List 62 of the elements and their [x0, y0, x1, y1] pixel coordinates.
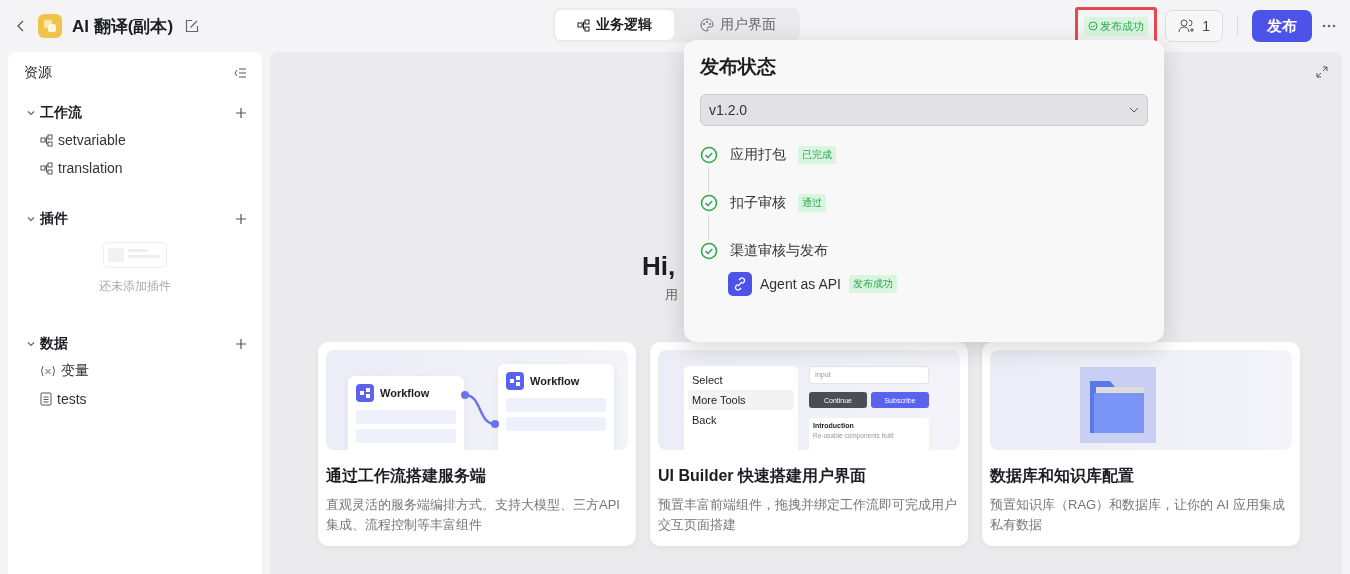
- resource-item[interactable]: setvariable: [16, 126, 254, 154]
- node-title: Workflow: [380, 387, 430, 399]
- chevron-icon[interactable]: [26, 339, 36, 349]
- workflow-icon: [40, 133, 53, 147]
- collapse-icon[interactable]: [234, 68, 246, 78]
- resource-item[interactable]: translation: [16, 154, 254, 182]
- add-user-icon: [1178, 18, 1197, 34]
- palette-icon: [700, 18, 714, 32]
- greeting-title: Hi,: [642, 251, 677, 282]
- chevron-icon[interactable]: [26, 214, 36, 224]
- section-title[interactable]: 数据: [40, 335, 232, 353]
- add-icon[interactable]: [236, 108, 246, 118]
- variable-icon: [40, 365, 56, 377]
- add-icon[interactable]: [236, 339, 246, 349]
- collaborators-button[interactable]: 1: [1165, 10, 1223, 42]
- status-tag: 通过: [798, 194, 826, 212]
- popover-title: 发布状态: [700, 55, 777, 79]
- feature-card[interactable]: Workflow Workflow 通过工作流搭建服务端 直观灵活的服务端编排方式。支持大模型、三方API集成、流程控制等丰富组件: [318, 342, 636, 546]
- workflow-icon: [577, 18, 590, 32]
- check-circle-icon: [1088, 21, 1099, 31]
- resource-item[interactable]: 变量: [16, 357, 254, 385]
- status-tag: 已完成: [798, 146, 836, 164]
- expand-icon[interactable]: [1316, 66, 1328, 78]
- card-description: 预置知识库（RAG）和数据库，让你的 AI 应用集成私有数据: [990, 496, 1286, 534]
- document-icon: [40, 392, 52, 406]
- workflow-icon: [506, 372, 524, 390]
- app-title: AI 翻译(副本): [72, 15, 174, 38]
- resource-item[interactable]: tests: [16, 385, 254, 413]
- step-label: 扣子审核: [730, 194, 786, 212]
- empty-text: 还未添加插件: [99, 278, 171, 295]
- workflow-icon: [40, 161, 53, 175]
- step-label: 应用打包: [730, 146, 786, 164]
- more-icon[interactable]: [1320, 22, 1338, 30]
- link-icon: [728, 272, 752, 296]
- card-title: UI Builder 快速搭建用户界面: [658, 466, 867, 486]
- chevron-down-icon: [1129, 107, 1139, 113]
- card-title: 通过工作流搭建服务端: [326, 466, 487, 486]
- channel-name: Agent as API: [760, 276, 841, 292]
- greeting-subtitle: 用: [664, 286, 679, 304]
- feature-card[interactable]: 数据库和知识库配置 预置知识库（RAG）和数据库，让你的 AI 应用集成私有数据: [982, 342, 1300, 546]
- card-description: 直观灵活的服务端编排方式。支持大模型、三方API集成、流程控制等丰富组件: [326, 496, 621, 534]
- sidebar-title: 资源: [24, 64, 52, 82]
- section-title[interactable]: 插件: [40, 210, 232, 228]
- chevron-icon[interactable]: [26, 108, 36, 118]
- add-icon[interactable]: [236, 214, 246, 224]
- node-title: Workflow: [530, 375, 580, 387]
- folder-icon: [1080, 367, 1156, 443]
- version-select[interactable]: v1.2.0: [700, 94, 1148, 126]
- menu-item: Back: [691, 413, 718, 428]
- card-title: 数据库和知识库配置: [990, 466, 1135, 486]
- step-label: 渠道审核与发布: [730, 242, 828, 260]
- workflow-icon: [356, 384, 374, 402]
- app-icon: [38, 14, 62, 38]
- menu-item: More Tools: [688, 390, 794, 410]
- view-tab[interactable]: 业务逻辑: [555, 10, 674, 40]
- status-tag: 发布成功: [848, 275, 897, 293]
- connector-line: [460, 390, 500, 430]
- publish-button[interactable]: 发布: [1252, 10, 1312, 42]
- menu-item: Select: [691, 373, 724, 388]
- section-title[interactable]: 工作流: [40, 104, 232, 122]
- view-tab[interactable]: 用户界面: [678, 10, 798, 40]
- card-description: 预置丰富前端组件，拖拽并绑定工作流即可完成用户交互页面搭建: [658, 496, 958, 534]
